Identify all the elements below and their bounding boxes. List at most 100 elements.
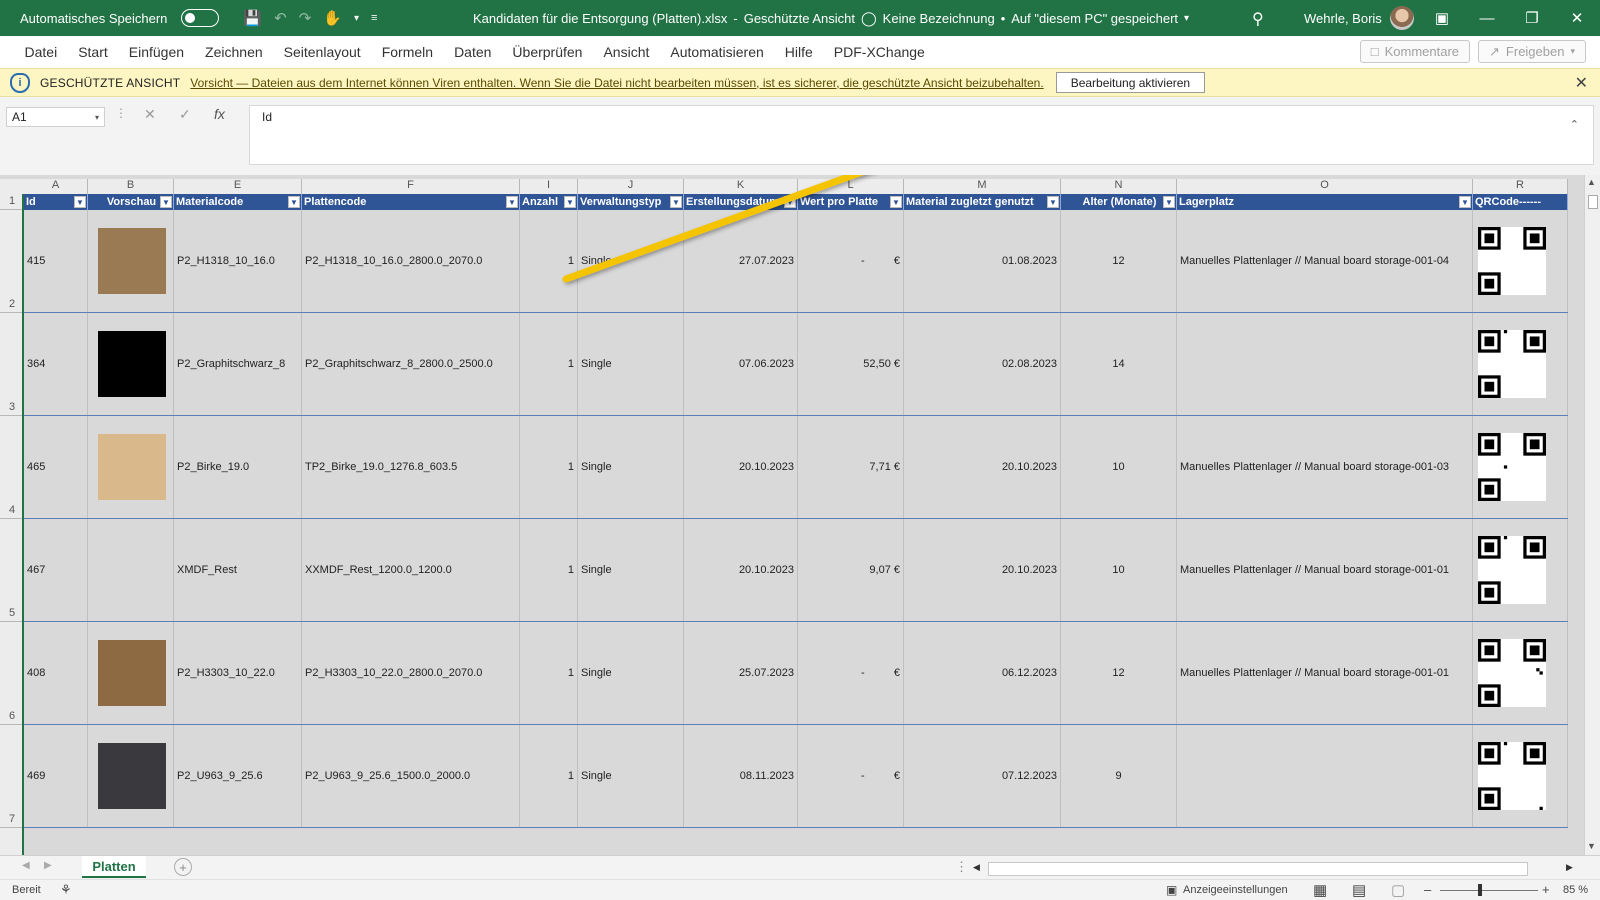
page-break-view-icon[interactable]: ▢ bbox=[1391, 881, 1405, 899]
table-cell-created[interactable]: 20.10.2023 bbox=[684, 519, 798, 621]
tab-formeln[interactable]: Formeln bbox=[371, 44, 443, 60]
qr-code-image[interactable] bbox=[1478, 227, 1546, 295]
table-cell-plate[interactable]: P2_H3303_10_22.0_2800.0_2070.0 bbox=[302, 622, 520, 724]
row-number[interactable]: 3 bbox=[0, 313, 24, 416]
table-cell-count[interactable]: 1 bbox=[520, 313, 578, 415]
table-cell-material[interactable]: P2_H1318_10_16.0 bbox=[174, 210, 302, 312]
next-sheet-icon[interactable]: ▶ bbox=[44, 860, 52, 871]
ribbon-display-icon[interactable]: ▣ bbox=[1419, 0, 1465, 36]
header-cell[interactable]: Material zugletzt genutzt ▼ bbox=[904, 194, 1061, 210]
table-cell-type[interactable]: Single bbox=[578, 416, 684, 518]
protected-view-message[interactable]: Vorsicht — Dateien aus dem Internet könn… bbox=[190, 76, 1043, 90]
table-cell-plate[interactable]: P2_H1318_10_16.0_2800.0_2070.0 bbox=[302, 210, 520, 312]
table-cell-value[interactable]: 7,71 € bbox=[798, 416, 904, 518]
splitter-icon[interactable]: ⋮ bbox=[955, 859, 968, 875]
material-preview-image[interactable] bbox=[98, 331, 166, 397]
row-number[interactable]: 5 bbox=[0, 519, 24, 622]
column-header[interactable]: A bbox=[24, 179, 88, 194]
table-cell-location[interactable] bbox=[1177, 313, 1473, 415]
material-preview-image[interactable] bbox=[98, 228, 166, 294]
table-cell-type[interactable]: Single bbox=[578, 210, 684, 312]
table-cell-material[interactable]: XMDF_Rest bbox=[174, 519, 302, 621]
table-cell-id[interactable]: 408 bbox=[24, 622, 88, 724]
header-cell[interactable]: Wert pro Platte ▼ bbox=[798, 194, 904, 210]
table-cell-created[interactable]: 07.06.2023 bbox=[684, 313, 798, 415]
table-cell-value[interactable]: 9,07 € bbox=[798, 519, 904, 621]
material-preview-image[interactable] bbox=[98, 743, 166, 809]
confirm-icon[interactable]: ✓ bbox=[179, 106, 191, 123]
table-cell-location[interactable]: Manuelles Plattenlager // Manual board s… bbox=[1177, 210, 1473, 312]
scroll-up-icon[interactable]: ▲ bbox=[1587, 177, 1596, 187]
table-cell-swatch[interactable] bbox=[88, 622, 174, 724]
table-cell-swatch[interactable] bbox=[88, 313, 174, 415]
tab-ueberpruefen[interactable]: Überprüfen bbox=[502, 44, 593, 60]
zoom-slider-thumb[interactable] bbox=[1478, 884, 1482, 896]
row-number[interactable]: 4 bbox=[0, 416, 24, 519]
table-cell-created[interactable]: 27.07.2023 bbox=[684, 210, 798, 312]
material-preview-image[interactable] bbox=[98, 640, 166, 706]
save-location[interactable]: Auf "diesem PC" gespeichert bbox=[1011, 11, 1178, 26]
table-cell-swatch[interactable] bbox=[88, 519, 174, 621]
page-layout-view-icon[interactable]: ▤ bbox=[1352, 881, 1366, 899]
select-all-corner[interactable] bbox=[0, 179, 24, 194]
column-header[interactable]: E bbox=[174, 179, 302, 194]
table-cell-created[interactable]: 08.11.2023 bbox=[684, 725, 798, 827]
table-cell-last-used[interactable]: 07.12.2023 bbox=[904, 725, 1061, 827]
table-cell-qr[interactable] bbox=[1473, 519, 1568, 621]
table-cell-material[interactable]: P2_Birke_19.0 bbox=[174, 416, 302, 518]
table-cell-qr[interactable] bbox=[1473, 622, 1568, 724]
table-cell-age[interactable]: 12 bbox=[1061, 210, 1177, 312]
filter-dropdown-icon[interactable]: ▼ bbox=[784, 196, 796, 208]
tab-seitenlayout[interactable]: Seitenlayout bbox=[273, 44, 371, 60]
enable-editing-button[interactable]: Bearbeitung aktivieren bbox=[1055, 72, 1206, 93]
filter-dropdown-icon[interactable]: ▼ bbox=[670, 196, 682, 208]
table-cell-count[interactable]: 1 bbox=[520, 416, 578, 518]
normal-view-icon[interactable]: ▦ bbox=[1313, 881, 1327, 899]
tab-daten[interactable]: Daten bbox=[444, 44, 502, 60]
table-cell-id[interactable]: 364 bbox=[24, 313, 88, 415]
save-icon[interactable]: 💾 bbox=[243, 9, 262, 27]
table-cell-qr[interactable] bbox=[1473, 313, 1568, 415]
filter-dropdown-icon[interactable]: ▼ bbox=[890, 196, 902, 208]
filter-dropdown-icon[interactable]: ▼ bbox=[564, 196, 576, 208]
avatar[interactable] bbox=[1389, 6, 1414, 30]
table-cell-value[interactable]: - € bbox=[798, 622, 904, 724]
zoom-level[interactable]: 85 % bbox=[1563, 884, 1588, 896]
chevron-down-icon[interactable]: ▾ bbox=[354, 13, 359, 24]
formula-input[interactable]: Id ⌃ bbox=[249, 105, 1594, 165]
table-cell-value[interactable]: - € bbox=[798, 210, 904, 312]
column-header[interactable]: L bbox=[798, 179, 904, 194]
header-cell[interactable]: QRCode------ bbox=[1473, 194, 1568, 210]
header-cell[interactable]: Lagerplatz ▼ bbox=[1177, 194, 1473, 210]
table-cell-plate[interactable]: TP2_Birke_19.0_1276.8_603.5 bbox=[302, 416, 520, 518]
cancel-icon[interactable]: ✕ bbox=[144, 106, 156, 123]
close-icon[interactable]: ✕ bbox=[1554, 0, 1600, 36]
accessibility-icon[interactable]: ⚘ bbox=[60, 882, 72, 898]
filter-dropdown-icon[interactable]: ▼ bbox=[1047, 196, 1059, 208]
tab-pdf-xchange[interactable]: PDF-XChange bbox=[823, 44, 935, 60]
tab-zeichnen[interactable]: Zeichnen bbox=[195, 44, 274, 60]
column-header[interactable]: J bbox=[578, 179, 684, 194]
header-cell[interactable]: Verwaltungstyp ▼ bbox=[578, 194, 684, 210]
display-settings-icon[interactable]: ▣ bbox=[1166, 883, 1177, 897]
table-cell-age[interactable]: 10 bbox=[1061, 519, 1177, 621]
zoom-out-icon[interactable]: – bbox=[1424, 882, 1431, 897]
filter-dropdown-icon[interactable]: ▼ bbox=[506, 196, 518, 208]
horizontal-scrollbar[interactable] bbox=[988, 862, 1528, 876]
column-header[interactable]: O bbox=[1177, 179, 1473, 194]
table-cell-last-used[interactable]: 06.12.2023 bbox=[904, 622, 1061, 724]
redo-icon[interactable]: ↷ bbox=[299, 9, 312, 27]
collapse-formula-icon[interactable]: ⌃ bbox=[1570, 118, 1579, 131]
search-icon[interactable]: ⚲ bbox=[1252, 9, 1264, 29]
table-cell-qr[interactable] bbox=[1473, 210, 1568, 312]
material-preview-image[interactable] bbox=[98, 434, 166, 500]
more-options-icon[interactable]: ⋮ bbox=[115, 106, 127, 120]
touch-mode-icon[interactable]: ✋ bbox=[323, 9, 342, 27]
autosave-toggle[interactable] bbox=[181, 9, 220, 27]
row-number[interactable]: 6 bbox=[0, 622, 24, 725]
table-cell-swatch[interactable] bbox=[88, 725, 174, 827]
scroll-left-icon[interactable]: ◀ bbox=[973, 862, 980, 873]
table-cell-type[interactable]: Single bbox=[578, 622, 684, 724]
table-cell-qr[interactable] bbox=[1473, 725, 1568, 827]
table-cell-created[interactable]: 25.07.2023 bbox=[684, 622, 798, 724]
